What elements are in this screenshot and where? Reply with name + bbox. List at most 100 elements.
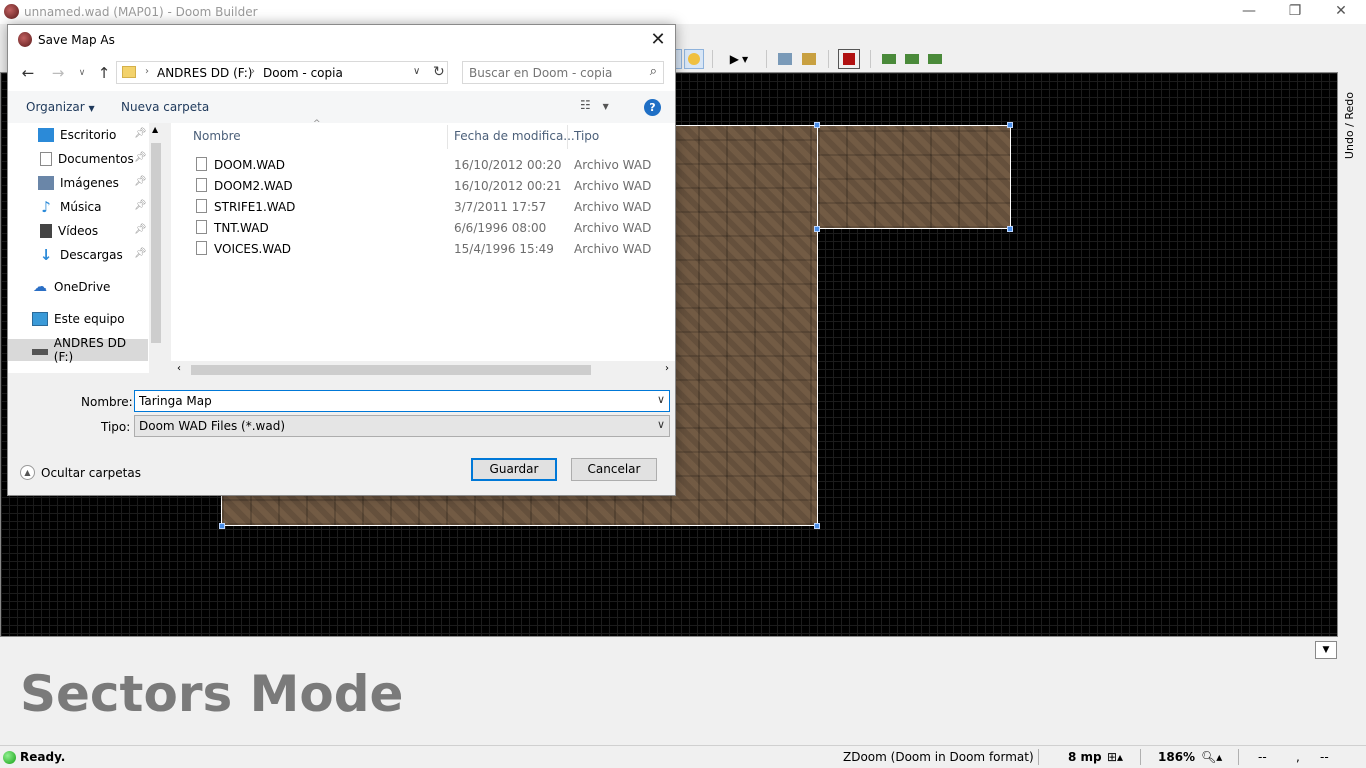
file-row[interactable]: DOOM.WAD 16/10/2012 00:20 Archivo WAD [171,154,671,175]
pictures-icon [38,176,54,190]
save-button[interactable]: Guardar [471,458,557,481]
chevron-down-icon[interactable]: ∨ [657,418,665,431]
chevron-right-icon[interactable]: › [145,66,149,77]
pin-icon[interactable]: 📌︎ [134,152,147,163]
nav-item-videos[interactable]: Vídeos [38,220,148,242]
paste-properties-icon[interactable] [800,49,818,69]
map-vertex[interactable] [814,226,820,232]
nav-item-drive-f[interactable]: ANDRES DD (F:) [8,336,148,364]
breadcrumb-drive[interactable]: ANDRES DD (F:) [157,66,252,80]
nav-item-documents[interactable]: Documentos [38,148,148,170]
refresh-icon[interactable]: ↻ [433,64,445,80]
close-button[interactable]: ✕ [1318,0,1364,24]
file-row[interactable]: DOOM2.WAD 16/10/2012 00:21 Archivo WAD [171,175,671,196]
copy-properties-icon[interactable] [776,49,794,69]
file-row[interactable]: VOICES.WAD 15/4/1996 15:49 Archivo WAD [171,238,671,259]
breadcrumb-folder[interactable]: Doom - copia [263,66,343,80]
file-list-scrollbar[interactable]: ‹ › [171,361,675,379]
file-name: TNT.WAD [214,221,269,235]
nav-item-label: Música [60,200,102,214]
chevron-down-icon[interactable]: ∨ [657,393,665,406]
nav-item-this-pc[interactable]: Este equipo [32,308,148,330]
nav-item-desktop[interactable]: Escritorio [38,124,148,146]
organize-button[interactable]: Organizar ▼ [26,100,95,114]
back-arrow-icon[interactable]: ← [18,63,38,83]
recent-locations-icon[interactable]: ∨ [72,63,92,83]
prefab-create-icon[interactable] [926,49,944,69]
file-icon [196,178,207,192]
game-config-label[interactable]: ZDoom (Doom in Doom format) [843,750,1034,764]
nav-item-music[interactable]: ♪ Música [38,196,148,218]
pin-icon[interactable]: 📌︎ [134,224,147,235]
navigation-pane: Escritorio 📌︎ Documentos 📌︎ Imágenes 📌︎ … [8,123,163,373]
cancel-button[interactable]: Cancelar [571,458,657,481]
nav-item-downloads[interactable]: ↓ Descargas [38,244,148,266]
forward-arrow-icon[interactable]: → [48,63,68,83]
zoom-label[interactable]: 186% [1158,750,1195,764]
help-icon[interactable]: ? [644,99,661,116]
view-options-icon[interactable]: ☷ ▼ [580,98,609,112]
column-header-date[interactable]: Fecha de modifica... [454,129,575,143]
scrollbar-thumb[interactable] [151,143,161,343]
info-panel: Sectors Mode ▼ [0,637,1366,745]
thing-mode-icon[interactable] [684,49,704,69]
restore-button[interactable]: ❐ [1272,0,1318,24]
hide-folders-toggle[interactable]: ▲ Ocultar carpetas [20,465,141,480]
play-test-icon[interactable]: ▶ ▼ [724,49,754,69]
prefab-insert-icon[interactable] [880,49,898,69]
column-header-name[interactable]: Nombre [193,129,241,143]
file-row[interactable]: TNT.WAD 6/6/1996 08:00 Archivo WAD [171,217,671,238]
scrollbar-thumb[interactable] [191,365,591,375]
chevron-right-icon[interactable]: › [251,66,255,77]
undo-redo-tab[interactable]: Undo / Redo [1343,92,1356,159]
coord-x: -- [1258,750,1267,764]
file-icon [196,241,207,255]
pin-icon[interactable]: 📌︎ [134,128,147,139]
coord-separator: , [1296,750,1300,764]
nav-item-label: Documentos [58,152,134,166]
desktop-icon [38,128,54,142]
filetype-select[interactable]: Doom WAD Files (*.wad) ∨ [134,415,670,437]
file-type: Archivo WAD [574,242,652,256]
scroll-up-icon[interactable]: ▲ [152,125,158,134]
map-sector[interactable] [817,125,1011,229]
address-row: ← → ∨ ↑ › ANDRES DD (F:) › Doom - copia … [8,55,675,91]
new-folder-button[interactable]: Nueva carpeta [121,100,209,114]
nav-item-onedrive[interactable]: ☁ OneDrive [32,276,148,298]
minimize-button[interactable]: — [1226,0,1272,24]
zoom-icon[interactable]: 🔍︎▴ [1201,750,1222,764]
column-header-type[interactable]: Tipo [574,129,599,143]
file-icon [196,157,207,171]
address-bar[interactable]: › ANDRES DD (F:) › Doom - copia ∨ ↻ [116,61,448,84]
file-date: 16/10/2012 00:21 [454,179,562,193]
map-vertex[interactable] [814,523,820,529]
filename-input[interactable] [135,391,635,411]
file-type: Archivo WAD [574,158,652,172]
search-box[interactable]: ⌕ [462,61,664,84]
pin-icon[interactable]: 📌︎ [134,248,147,259]
grid-size-label[interactable]: 8 mp [1068,750,1102,764]
pin-icon[interactable]: 📌︎ [134,200,147,211]
map-vertex[interactable] [219,523,225,529]
map-vertex[interactable] [1007,122,1013,128]
nav-scrollbar[interactable]: ▲ [149,123,163,373]
app-titlebar: unnamed.wad (MAP01) - Doom Builder — ❐ ✕ [0,0,1366,24]
script-editor-icon[interactable] [838,49,860,69]
scroll-left-icon[interactable]: ‹ [177,363,181,374]
side-docker: Undo / Redo [1338,72,1366,637]
prefab-insert-previous-icon[interactable] [903,49,921,69]
dialog-close-button[interactable]: ✕ [646,29,670,51]
nav-item-label: OneDrive [54,280,111,294]
scroll-right-icon[interactable]: › [665,363,669,374]
up-arrow-icon[interactable]: ↑ [94,63,114,83]
map-vertex[interactable] [1007,226,1013,232]
collapse-panel-button[interactable]: ▼ [1315,641,1337,659]
pin-icon[interactable]: 📌︎ [134,176,147,187]
nav-item-pictures[interactable]: Imágenes [38,172,148,194]
filename-combo[interactable]: ∨ [134,390,670,412]
grid-icon[interactable]: ⊞▴ [1107,750,1123,764]
map-vertex[interactable] [814,122,820,128]
chevron-down-icon[interactable]: ∨ [413,66,420,77]
file-row[interactable]: STRIFE1.WAD 3/7/2011 17:57 Archivo WAD [171,196,671,217]
search-input[interactable] [463,62,633,83]
